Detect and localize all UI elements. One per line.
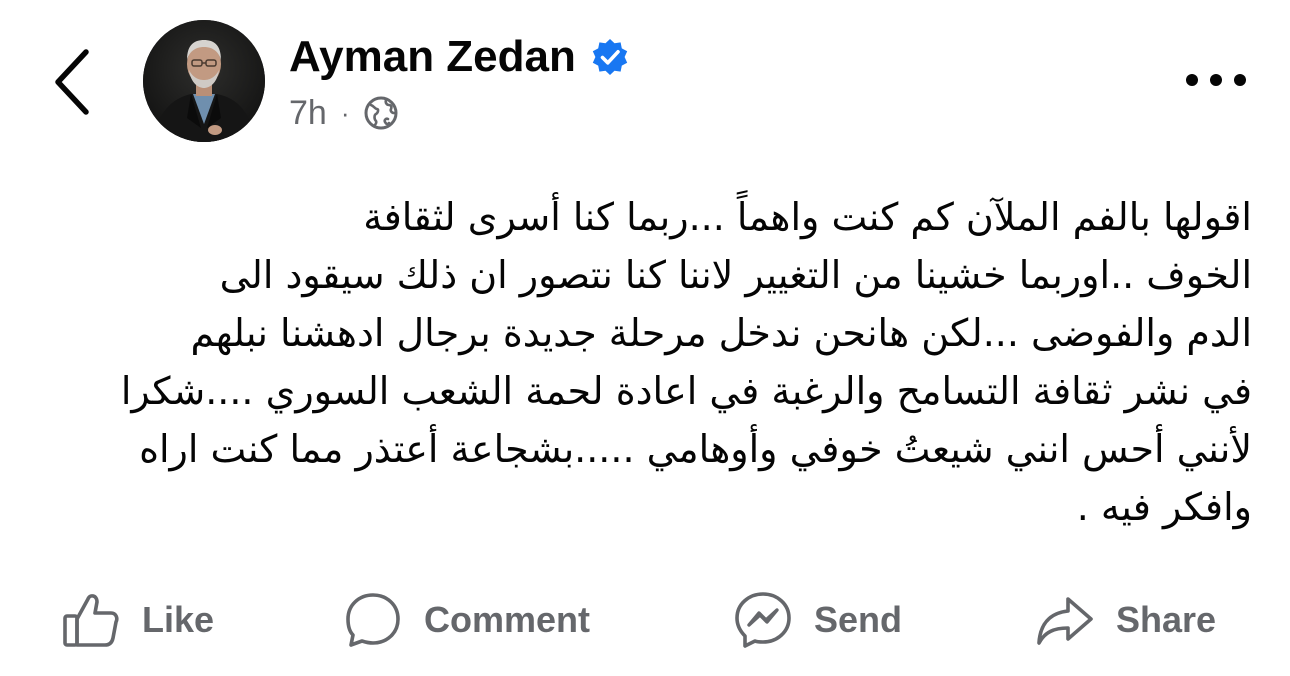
post-text: اقولها بالفم الملآن كم كنت واهماً ...ربم… — [42, 188, 1252, 536]
post-meta: 7h · — [289, 92, 400, 134]
post-timestamp[interactable]: 7h — [289, 94, 327, 133]
verified-badge-icon — [592, 39, 628, 75]
post-text-line: لأنني أحس انني شيعتُ خوفي وأوهامي .....ب… — [139, 427, 1252, 471]
like-button[interactable]: Like — [60, 582, 214, 658]
post-text-line: الدم والفوضى ...لكن هانحن ندخل مرحلة جدي… — [190, 311, 1252, 355]
more-options-button[interactable] — [1180, 62, 1252, 98]
like-label: Like — [142, 599, 215, 640]
messenger-icon — [735, 592, 791, 648]
post-text-line: وافكر فيه . — [1076, 485, 1252, 529]
more-horizontal-icon — [1186, 74, 1246, 86]
post-text-line: الخوف ..اوربما خشينا من التغيير لاننا كن… — [219, 253, 1252, 297]
author-name[interactable]: Ayman Zedan — [289, 30, 576, 84]
back-button[interactable] — [40, 40, 104, 124]
post-text-line: في نشر ثقافة التسامح والرغبة في اعادة لح… — [120, 369, 1252, 413]
comment-icon — [346, 593, 400, 647]
thumbs-up-icon — [63, 594, 119, 647]
share-icon — [1037, 597, 1093, 645]
send-label: Send — [814, 599, 903, 640]
avatar[interactable] — [143, 20, 265, 142]
meta-separator: · — [340, 97, 350, 128]
comment-label: Comment — [424, 599, 591, 640]
share-button[interactable]: Share — [1034, 582, 1216, 658]
globe-icon[interactable] — [362, 94, 400, 132]
post-text-line: اقولها بالفم الملآن كم كنت واهماً ...ربم… — [363, 195, 1252, 239]
chevron-left-icon — [55, 49, 89, 115]
share-label: Share — [1116, 599, 1217, 640]
avatar-image — [143, 20, 265, 142]
post-actions-bar: Like Comment Send Share — [0, 582, 1290, 658]
comment-button[interactable]: Comment — [342, 582, 590, 658]
send-button[interactable]: Send — [732, 582, 902, 658]
